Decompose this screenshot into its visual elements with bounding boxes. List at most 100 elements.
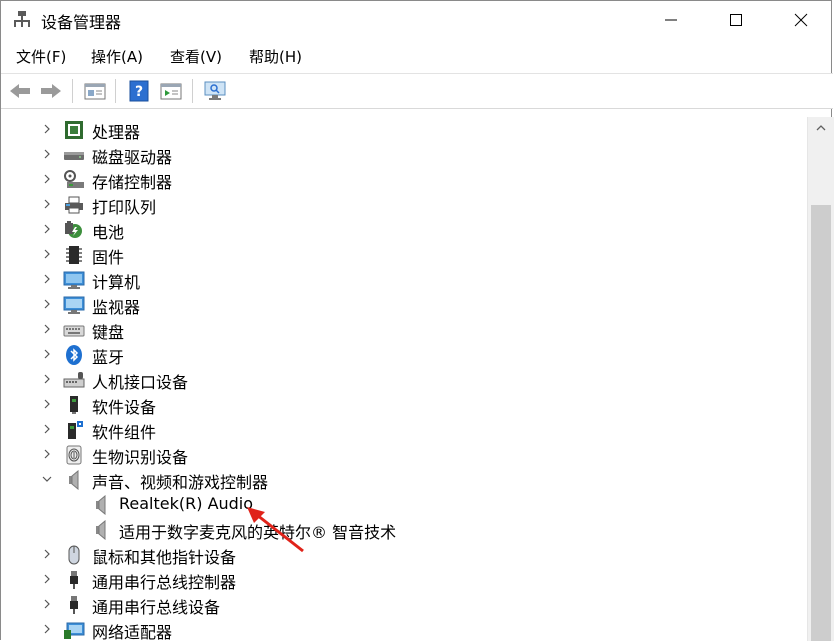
help-button[interactable]: ?: [127, 80, 151, 102]
device-tree: 处理器 磁盘驱动器 存储控制器 打印队列 电池 固件 计算机 监视器 键盘 蓝牙…: [1, 117, 807, 641]
chevron-right-icon[interactable]: [41, 398, 53, 410]
tree-item-processors[interactable]: 处理器: [1, 117, 807, 142]
tree-item-mice[interactable]: 鼠标和其他指针设备: [1, 542, 807, 567]
maximize-icon: [730, 14, 742, 26]
menu-view[interactable]: 查看(V): [170, 46, 222, 67]
forward-button[interactable]: [39, 80, 63, 102]
minimize-icon: [665, 19, 677, 21]
tree-item-batteries[interactable]: 电池: [1, 217, 807, 242]
processor-icon: [65, 121, 83, 139]
close-button[interactable]: [769, 1, 833, 39]
menu-bar: 文件(F) 操作(A) 查看(V) 帮助(H): [1, 43, 833, 71]
tree-item-bluetooth[interactable]: 蓝牙: [1, 342, 807, 367]
chevron-right-icon[interactable]: [41, 448, 53, 460]
tree-item-label: 人机接口设备: [92, 373, 189, 392]
tree-item-print-queues[interactable]: 打印队列: [1, 192, 807, 217]
chevron-right-icon[interactable]: [41, 248, 53, 260]
chevron-right-icon[interactable]: [41, 548, 53, 560]
tree-item-label: 鼠标和其他指针设备: [92, 548, 237, 567]
software-component-icon: [68, 421, 83, 439]
device-manager-window: 设备管理器 文件(F) 操作(A) 查看(V) 帮助(H) ? 处理器 磁盘驱动…: [0, 0, 834, 641]
tree-item-sound-video-game[interactable]: 声音、视频和游戏控制器: [1, 467, 807, 492]
scan-hardware-button[interactable]: [203, 80, 227, 102]
scan-hardware-icon: [204, 81, 226, 100]
monitor-icon: [63, 296, 85, 314]
tree-item-network-adapters[interactable]: 网络适配器: [1, 617, 807, 641]
battery-icon: [65, 221, 82, 238]
computer-icon: [63, 271, 85, 289]
firmware-chip-icon: [66, 246, 82, 264]
properties-icon: [84, 83, 106, 100]
chevron-right-icon[interactable]: [41, 148, 53, 160]
vertical-scrollbar[interactable]: [807, 117, 834, 641]
help-icon: ?: [129, 80, 149, 102]
menu-action[interactable]: 操作(A): [91, 46, 143, 67]
tree-item-usb-controllers[interactable]: 通用串行总线控制器: [1, 567, 807, 592]
toolbar: ?: [1, 73, 833, 109]
fingerprint-icon: [66, 445, 82, 465]
tree-item-label: 通用串行总线控制器: [92, 573, 237, 592]
chevron-right-icon[interactable]: [41, 598, 53, 610]
tree-item-label: 网络适配器: [92, 623, 173, 641]
tree-item-hid[interactable]: 人机接口设备: [1, 367, 807, 392]
scrollbar-thumb[interactable]: [811, 205, 831, 641]
chevron-right-icon[interactable]: [41, 348, 53, 360]
tree-item-label: 固件: [92, 248, 125, 267]
chevron-right-icon[interactable]: [41, 273, 53, 285]
hid-device-icon: [63, 372, 85, 388]
chevron-right-icon[interactable]: [41, 573, 53, 585]
tree-item-realtek-audio[interactable]: Realtek(R) Audio: [1, 492, 807, 517]
chevron-right-icon[interactable]: [41, 123, 53, 135]
tree-item-keyboards[interactable]: 键盘: [1, 317, 807, 342]
chevron-right-icon[interactable]: [41, 298, 53, 310]
chevron-down-icon[interactable]: [41, 473, 53, 485]
tree-item-monitors[interactable]: 监视器: [1, 292, 807, 317]
tree-item-disk-drives[interactable]: 磁盘驱动器: [1, 142, 807, 167]
chevron-right-icon[interactable]: [41, 373, 53, 385]
tree-item-computer[interactable]: 计算机: [1, 267, 807, 292]
tree-item-label: 存储控制器: [92, 173, 173, 192]
menu-file[interactable]: 文件(F): [16, 46, 66, 67]
chevron-right-icon[interactable]: [41, 623, 53, 635]
keyboard-icon: [63, 325, 85, 337]
svg-text:?: ?: [135, 84, 143, 100]
maximize-button[interactable]: [704, 1, 768, 39]
chevron-up-icon: [816, 125, 826, 131]
usb-icon: [70, 571, 78, 589]
tree-item-label: Realtek(R) Audio: [119, 494, 254, 513]
tree-item-usb-devices[interactable]: 通用串行总线设备: [1, 592, 807, 617]
tree-item-label: 打印队列: [92, 198, 157, 217]
properties-button[interactable]: [83, 80, 107, 102]
back-button[interactable]: [8, 80, 32, 102]
update-driver-button[interactable]: [159, 80, 183, 102]
tree-item-label: 处理器: [92, 123, 141, 142]
chevron-right-icon[interactable]: [41, 223, 53, 235]
window-title: 设备管理器: [41, 13, 122, 32]
scroll-up-button[interactable]: [808, 117, 834, 139]
disk-drive-icon: [64, 152, 84, 160]
chevron-right-icon[interactable]: [41, 423, 53, 435]
annotation-arrow: [247, 507, 304, 553]
tree-item-label: 生物识别设备: [92, 448, 189, 467]
menu-help[interactable]: 帮助(H): [249, 46, 302, 67]
close-icon: [794, 13, 808, 27]
toolbar-separator: [72, 79, 73, 103]
speaker-icon: [69, 470, 79, 490]
usb-icon: [70, 596, 78, 614]
chevron-right-icon[interactable]: [41, 173, 53, 185]
back-arrow-icon: [10, 84, 30, 98]
tree-item-software-devices[interactable]: 软件设备: [1, 392, 807, 417]
tree-item-label: 软件设备: [92, 398, 157, 417]
tree-item-label: 蓝牙: [92, 348, 125, 367]
tree-item-firmware[interactable]: 固件: [1, 242, 807, 267]
tree-item-intel-smart-sound[interactable]: 适用于数字麦克风的英特尔® 智音技术: [1, 517, 807, 542]
tree-item-software-components[interactable]: 软件组件: [1, 417, 807, 442]
speaker-icon: [96, 495, 106, 515]
minimize-button[interactable]: [639, 1, 703, 39]
chevron-right-icon[interactable]: [41, 323, 53, 335]
tree-item-storage-controllers[interactable]: 存储控制器: [1, 167, 807, 192]
chevron-right-icon[interactable]: [41, 198, 53, 210]
tree-item-biometric[interactable]: 生物识别设备: [1, 442, 807, 467]
tree-item-label: 软件组件: [92, 423, 157, 442]
tree-item-label: 电池: [92, 223, 125, 242]
